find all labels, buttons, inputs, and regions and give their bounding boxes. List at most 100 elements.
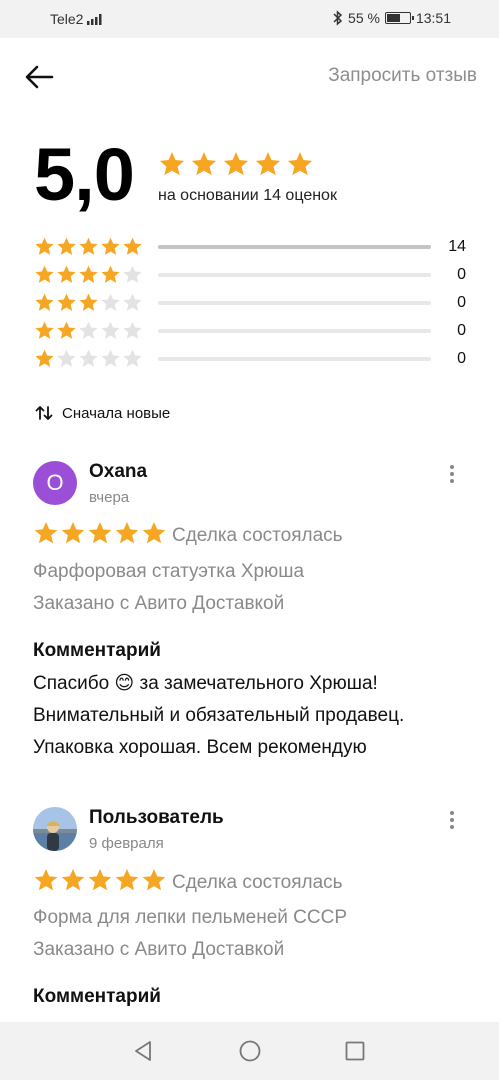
star-filled-icon — [159, 152, 185, 176]
more-vertical-icon[interactable] — [440, 808, 464, 832]
star-filled-icon — [142, 868, 166, 891]
star-filled-icon — [61, 868, 85, 891]
histogram-bar — [158, 301, 431, 305]
ratings-count-caption: на основании 14 оценок — [158, 187, 337, 204]
bluetooth-icon — [333, 10, 343, 26]
star-filled-icon — [79, 293, 98, 311]
comment-heading: Комментарий — [33, 640, 161, 661]
comment-text: Спасибо 😊 за замечательного Хрюша! Внима… — [33, 673, 405, 758]
signal-icon — [87, 14, 102, 25]
system-navigation-bar — [0, 1022, 499, 1080]
star-filled-icon — [35, 237, 54, 255]
sort-label: Сначала новые — [62, 404, 171, 422]
star-filled-icon — [88, 521, 112, 544]
review-author[interactable]: Oxana — [89, 461, 147, 483]
histogram-stars — [34, 348, 143, 369]
histogram-count: 0 — [457, 322, 466, 339]
star-filled-icon — [35, 293, 54, 311]
review-date: вчера — [89, 489, 130, 506]
histogram-row: 0 — [34, 264, 474, 292]
review-item-title[interactable]: Форма для лепки пельменей СССР — [33, 907, 347, 929]
star-empty-icon — [79, 349, 98, 367]
histogram-row: 0 — [34, 348, 474, 376]
star-filled-icon — [115, 521, 139, 544]
histogram-stars — [34, 292, 143, 313]
average-score: 5,0 — [34, 133, 135, 216]
carrier-name: Tele2 — [50, 11, 84, 27]
deal-status: Сделка состоялась — [172, 872, 343, 893]
sort-button[interactable]: Сначала новые — [34, 403, 170, 423]
app-header: Запросить отзыв — [0, 38, 499, 114]
arrow-left-icon[interactable] — [22, 62, 56, 92]
star-filled-icon — [101, 237, 120, 255]
histogram-bar — [158, 329, 431, 333]
star-filled-icon — [191, 152, 217, 176]
user-photo — [33, 807, 77, 851]
deal-status: Сделка состоялась — [172, 525, 343, 546]
star-filled-icon — [123, 237, 142, 255]
star-filled-icon — [61, 521, 85, 544]
histogram-stars — [34, 236, 143, 257]
star-filled-icon — [142, 521, 166, 544]
review-item-title[interactable]: Фарфоровая статуэтка Хрюша — [33, 561, 304, 583]
review-author[interactable]: Пользователь — [89, 807, 224, 829]
histogram-row: 0 — [34, 292, 474, 320]
histogram-row: 0 — [34, 320, 474, 348]
star-filled-icon — [115, 868, 139, 891]
star-filled-icon — [34, 868, 58, 891]
sort-arrows-icon — [35, 406, 53, 420]
histogram-bar — [158, 357, 431, 361]
star-filled-icon — [57, 293, 76, 311]
battery-icon — [384, 12, 414, 24]
star-empty-icon — [57, 349, 76, 367]
more-vertical-icon[interactable] — [440, 462, 464, 486]
star-filled-icon — [35, 349, 54, 367]
histogram-bar — [158, 273, 431, 277]
review-stars — [33, 520, 167, 546]
clock: 13:51 — [415, 10, 451, 26]
recents-square-icon[interactable] — [343, 1039, 367, 1063]
star-filled-icon — [57, 265, 76, 283]
avatar-letter: O — [46, 470, 64, 495]
histogram-bar — [158, 245, 431, 249]
star-filled-icon — [34, 521, 58, 544]
histogram-count: 14 — [448, 238, 466, 255]
review-date: 9 февраля — [89, 835, 164, 852]
histogram-count: 0 — [457, 350, 466, 367]
star-filled-icon — [57, 237, 76, 255]
star-filled-icon — [101, 265, 120, 283]
histogram-count: 0 — [457, 294, 466, 311]
star-filled-icon — [57, 321, 76, 339]
delivery-note: Заказано с Авито Доставкой — [33, 939, 285, 960]
star-filled-icon — [88, 868, 112, 891]
star-filled-icon — [255, 152, 281, 176]
star-filled-icon — [35, 265, 54, 283]
star-empty-icon — [101, 321, 120, 339]
histogram-stars — [34, 320, 143, 341]
delivery-note: Заказано с Авито Доставкой — [33, 593, 285, 614]
star-filled-icon — [35, 321, 54, 339]
star-empty-icon — [123, 293, 142, 311]
request-review-button[interactable]: Запросить отзыв — [328, 65, 477, 87]
star-empty-icon — [101, 293, 120, 311]
star-empty-icon — [123, 265, 142, 283]
status-bar: Tele2 55 % 13:51 — [0, 0, 499, 38]
star-filled-icon — [79, 237, 98, 255]
review-stars — [33, 867, 167, 893]
star-empty-icon — [123, 349, 142, 367]
avatar[interactable]: O — [33, 461, 77, 505]
histogram-stars — [34, 264, 143, 285]
star-filled-icon — [223, 152, 249, 176]
histogram-count: 0 — [457, 266, 466, 283]
star-filled-icon — [79, 265, 98, 283]
star-empty-icon — [101, 349, 120, 367]
histogram-bar-fill — [158, 245, 431, 249]
star-empty-icon — [123, 321, 142, 339]
back-triangle-icon[interactable] — [131, 1039, 155, 1063]
star-empty-icon — [79, 321, 98, 339]
comment-heading: Комментарий — [33, 986, 161, 1007]
battery-percent: 55 % — [348, 10, 380, 26]
rating-histogram: 14 0 0 0 0 — [34, 236, 474, 376]
avatar[interactable] — [33, 807, 77, 851]
home-circle-icon[interactable] — [238, 1039, 262, 1063]
